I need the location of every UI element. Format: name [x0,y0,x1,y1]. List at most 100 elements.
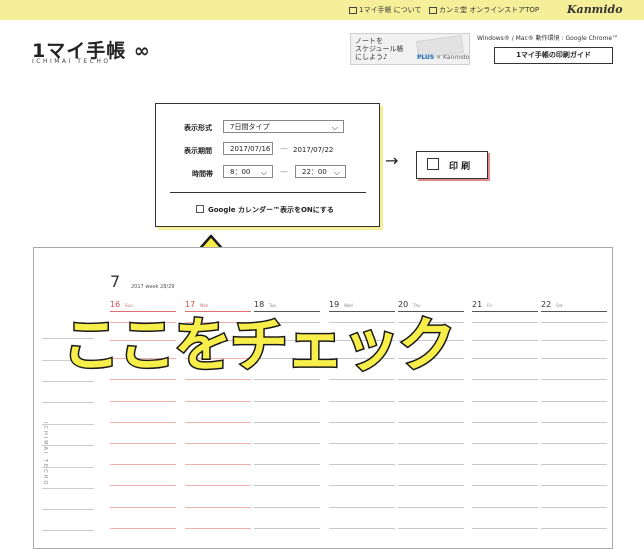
day-number: 21 [472,300,483,309]
print-button[interactable]: 印 刷 [416,151,488,179]
day-name: Wed [344,303,353,308]
day-number: 18 [254,300,265,309]
margin-line [42,467,94,468]
day-number: 16 [110,300,121,309]
format-select-value: 7日間タイプ [230,123,270,131]
period-dash: — [280,144,288,153]
hour-line [472,401,538,402]
hour-line [254,485,320,486]
day-number: 17 [185,300,196,309]
hour-line [329,528,395,529]
hour-line [254,443,320,444]
hour-line [398,507,464,508]
format-label: 表示形式 [184,124,212,132]
hour-line [329,422,395,423]
print-button-label: 印 刷 [449,162,471,172]
hour-line [398,379,464,380]
day-name: Sun [125,303,133,308]
hour-line [110,464,176,465]
hour-line [185,443,251,444]
hour-line [110,422,176,423]
environment-note: Windows® / Mac® 動作環境 : Google Chrome™ [477,35,619,42]
preview-side-text: ICHIMAI TECHO [42,422,48,487]
hour-line [329,485,395,486]
period-label: 表示期間 [184,147,212,155]
hour-line [329,443,395,444]
day-name: Sat [556,303,563,308]
time-label: 時間帯 [192,170,213,178]
hour-line [541,528,607,529]
format-select[interactable]: 7日間タイプ ⌵ [223,120,344,133]
about-link[interactable]: 1マイ手帳 について [349,5,421,15]
print-icon [427,158,439,170]
hour-line [254,528,320,529]
hour-line [185,401,251,402]
kanmido-logo[interactable]: Kanmido [567,3,623,16]
hour-line [472,379,538,380]
hour-line [254,507,320,508]
chevron-down-icon: ⌵ [260,168,267,177]
hour-line [185,422,251,423]
hour-line [398,528,464,529]
hour-line [541,422,607,423]
time-start-select[interactable]: 8：00 ⌵ [223,165,273,178]
hour-line [472,507,538,508]
hour-line [329,507,395,508]
hour-line [472,443,538,444]
google-calendar-label[interactable]: Google カレンダー™表示をONにする [208,205,334,215]
hour-line [472,528,538,529]
period-end-value: 2017/07/22 [293,146,334,154]
hour-line [541,507,607,508]
hour-line [541,443,607,444]
hour-line [541,379,607,380]
hour-line [541,485,607,486]
plus-banner-ad[interactable]: ノートを スケジュール帳 にしよう♪ PLUS × Kanmido [350,33,470,65]
ad-plus-text: PLUS [417,54,435,61]
hour-line [254,379,320,380]
day-number: 22 [541,300,552,309]
hour-line [472,422,538,423]
day-name: Tue [269,303,276,308]
hour-line [185,379,251,380]
preview-week: 2017 week 28/29 [131,284,175,290]
hour-line [329,379,395,380]
hour-line [329,464,395,465]
day-number: 20 [398,300,409,309]
top-bar: 1マイ手帳 について カンミ堂 オンラインストアTOP Kanmido [0,0,644,20]
margin-line [42,381,94,382]
site-logo-subtitle: ICHIMAI TECHO [32,58,111,65]
hour-line [110,507,176,508]
ad-footer: PLUS × Kanmido [417,54,469,61]
settings-panel: 表示形式 7日間タイプ ⌵ 表示期間 2017/07/16 — 2017/07/… [155,103,380,227]
period-start-input[interactable]: 2017/07/16 [223,142,273,155]
hour-line [185,485,251,486]
hour-line [541,401,607,402]
margin-line [42,509,94,510]
time-start-value: 8：00 [230,168,251,176]
period-start-value: 2017/07/16 [230,145,271,153]
check-here-annotation: ここをチェック [61,311,458,380]
right-arrow-icon: → [385,151,399,170]
hour-line [185,507,251,508]
day-name: Mon [200,303,209,308]
hour-line [185,464,251,465]
hour-line [398,464,464,465]
hour-line [398,485,464,486]
hour-line [398,401,464,402]
margin-line [42,530,94,531]
divider [170,192,366,193]
hour-line [254,401,320,402]
time-end-select[interactable]: 22：00 ⌵ [295,165,346,178]
store-link[interactable]: カンミ堂 オンラインストアTOP [429,5,539,15]
hour-line [398,422,464,423]
print-guide-button[interactable]: 1マイ手帳の印刷ガイド [494,47,613,64]
store-link-label: カンミ堂 オンラインストアTOP [439,6,540,14]
ad-text: ノートを スケジュール帳 にしよう♪ [355,37,404,61]
ad-kanmido-text: × Kanmido [434,54,470,61]
google-calendar-checkbox[interactable] [196,205,204,213]
hour-line [110,443,176,444]
preview-month: 7 [110,272,121,291]
chevron-down-icon: ⌵ [333,168,340,177]
hour-line [329,401,395,402]
margin-line [42,424,94,425]
